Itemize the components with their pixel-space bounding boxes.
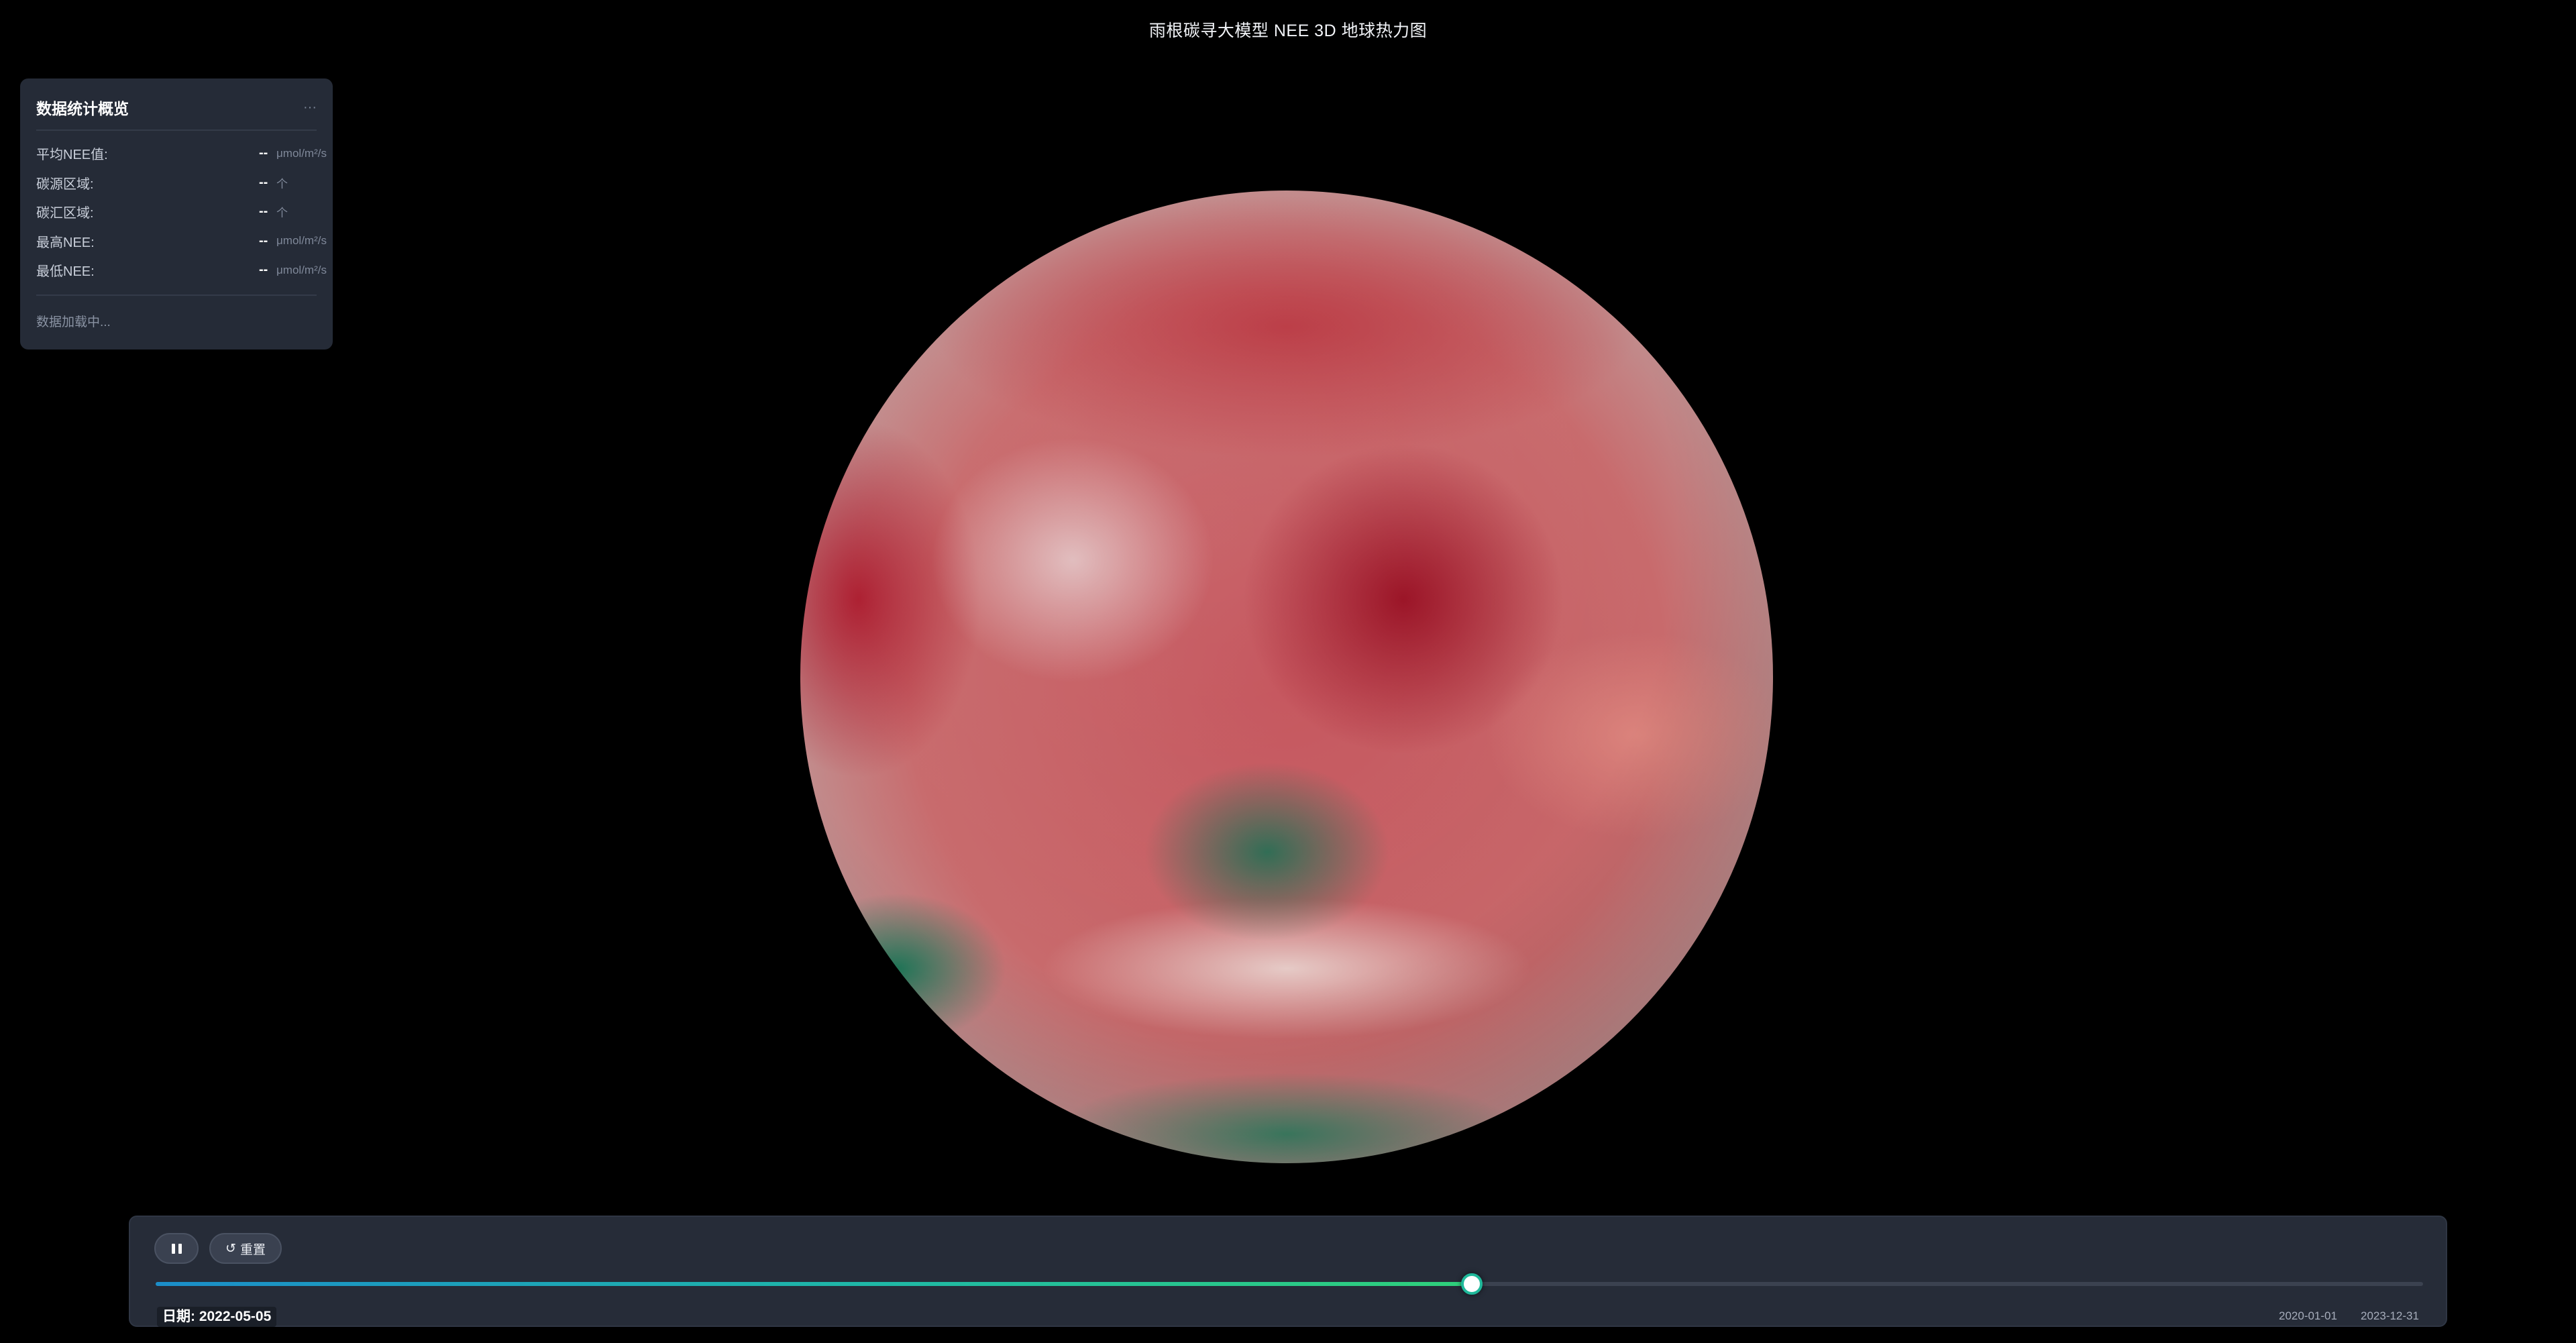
- panel-title: 数据统计概览: [36, 100, 129, 117]
- reset-button[interactable]: ↺ 重置: [209, 1233, 282, 1264]
- current-date-label: 日期: 2022-05-05: [157, 1307, 277, 1327]
- stat-row-min-nee: 最低NEE: -- μmol/m²/s: [36, 256, 327, 285]
- stat-list: 平均NEE值: -- μmol/m²/s 碳源区域: -- 个 碳汇区域: --…: [36, 139, 327, 285]
- more-icon[interactable]: ···: [303, 100, 317, 115]
- stat-unit: 个: [276, 207, 288, 220]
- stat-value: --: [259, 233, 268, 248]
- stat-value: --: [259, 204, 268, 219]
- app-root: 雨根碳寻大模型 NEE 3D 地球热力图 数据统计概览 ··· 平均NEE值: …: [0, 0, 2576, 1343]
- pause-icon: [171, 1243, 182, 1254]
- stat-label: 碳源区域:: [36, 176, 94, 192]
- page-title: 雨根碳寻大模型 NEE 3D 地球热力图: [1148, 21, 1428, 40]
- earth-globe-heatmap[interactable]: [800, 191, 1773, 1163]
- stat-value: --: [259, 174, 268, 190]
- stat-value: --: [259, 262, 268, 278]
- stat-unit: μmol/m²/s: [276, 263, 327, 276]
- timeline-slider-thumb[interactable]: [1460, 1273, 1483, 1295]
- stat-row-carbon-source: 碳源区域: -- 个: [36, 168, 317, 198]
- timeline-progress-fill: [156, 1282, 1472, 1286]
- reset-icon: ↺: [225, 1241, 236, 1256]
- timeline-slider[interactable]: [156, 1273, 2423, 1295]
- stat-unit: μmol/m²/s: [276, 146, 327, 160]
- stat-value: --: [259, 146, 268, 161]
- panel-header: 数据统计概览 ···: [36, 93, 317, 131]
- stat-row-carbon-sink: 碳汇区域: -- 个: [36, 197, 317, 227]
- stat-row-avg-nee: 平均NEE值: -- μmol/m²/s: [36, 139, 327, 168]
- stat-row-max-nee: 最高NEE: -- μmol/m²/s: [36, 227, 327, 256]
- stat-label: 最高NEE:: [36, 235, 95, 250]
- timeline-bar: ↺ 重置 日期: 2022-05-05 2020-01-01 2023-12-3…: [129, 1216, 2447, 1327]
- stat-label: 平均NEE值:: [36, 148, 108, 163]
- reset-label: 重置: [239, 1242, 266, 1257]
- divider: [36, 294, 317, 296]
- range-end-date: 2023-12-31: [2361, 1309, 2419, 1322]
- stat-unit: μmol/m²/s: [276, 234, 327, 248]
- stat-label: 碳汇区域:: [36, 206, 94, 221]
- stat-unit: 个: [276, 177, 288, 191]
- stats-panel: 数据统计概览 ··· 平均NEE值: -- μmol/m²/s 碳源区域: --…: [20, 78, 333, 350]
- range-start-date: 2020-01-01: [2279, 1309, 2337, 1322]
- stat-label: 最低NEE:: [36, 264, 95, 280]
- loading-status: 数据加载中...: [36, 315, 111, 329]
- pause-button[interactable]: [154, 1233, 199, 1264]
